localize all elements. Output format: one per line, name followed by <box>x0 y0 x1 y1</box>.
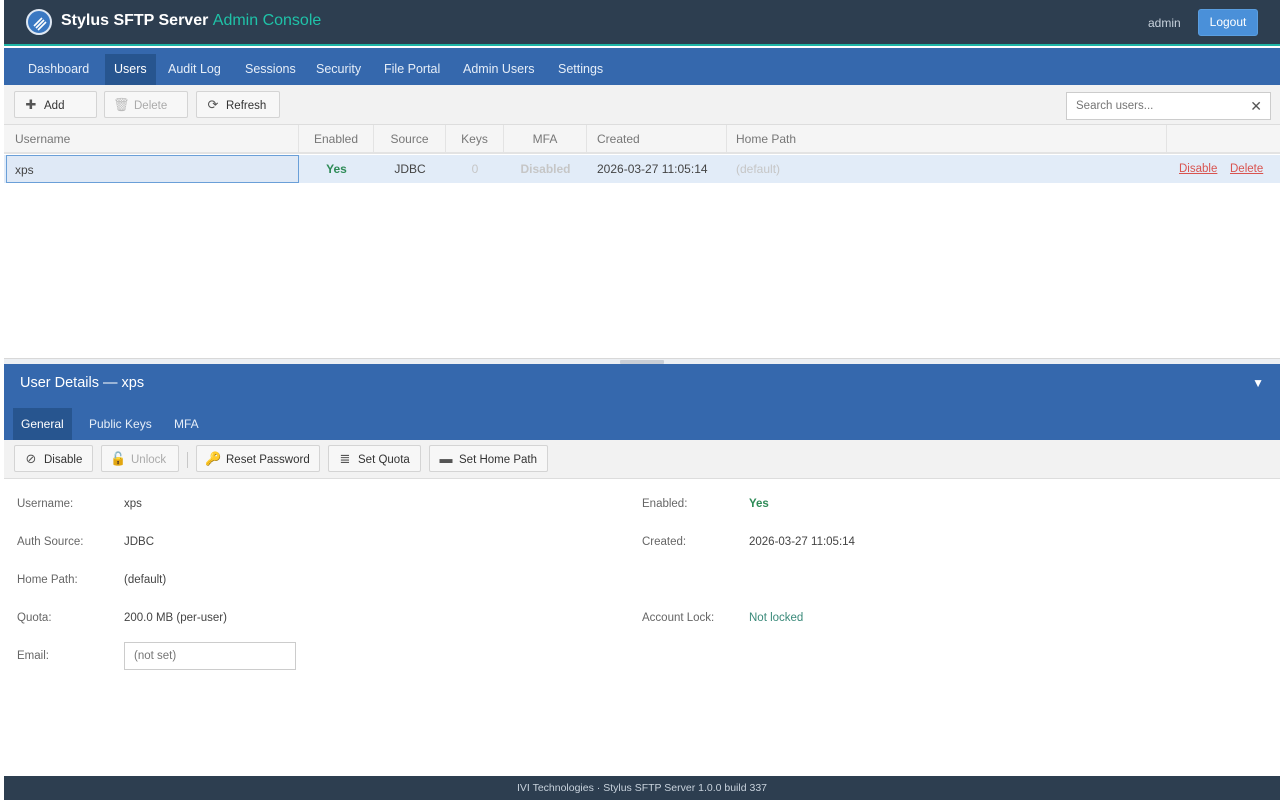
email-label: Email: <box>17 650 49 662</box>
app-window: Stylus SFTP Server Admin Console admin L… <box>4 0 1280 800</box>
tab-mfa[interactable]: MFA <box>166 408 207 440</box>
details-toolbar: ⊘ Disable 🔓 Unlock 🔑 Reset Password ≣ Set Qu… <box>4 440 1280 479</box>
clear-search-icon[interactable]: ✕ <box>1250 98 1262 115</box>
email-field[interactable] <box>125 643 285 669</box>
tab-sessions[interactable]: Sessions <box>236 54 305 85</box>
app-title: Stylus SFTP Server Admin Console <box>61 12 321 30</box>
col-source[interactable]: Source <box>374 125 446 153</box>
disable-label: Disable <box>44 454 83 466</box>
toolbar-divider <box>187 452 188 468</box>
username-value: xps <box>124 498 142 510</box>
user-details-title: User Details — xps <box>20 375 145 391</box>
cell-created: 2026-03-27 11:05:14 <box>597 162 708 176</box>
col-mfa[interactable]: MFA <box>504 125 587 153</box>
folder-icon: ▬ <box>439 451 453 466</box>
footer: IVI Technologies · Stylus SFTP Server 1.… <box>4 776 1280 800</box>
add-label: Add <box>44 100 65 112</box>
email-field-box <box>124 642 296 670</box>
key-icon: 🔑 <box>205 451 222 466</box>
ban-icon: ⊘ <box>25 451 37 466</box>
table-row[interactable]: xps Yes JDBC 0 Disabled 2026-03-27 11:05… <box>4 155 1280 183</box>
account-lock-label: Account Lock: <box>642 612 715 624</box>
cell-username[interactable]: xps <box>6 155 299 183</box>
auth-source-label: Auth Source: <box>17 536 84 548</box>
unlock-button[interactable]: 🔓 Unlock <box>101 445 179 472</box>
unlock-label: Unlock <box>131 454 167 466</box>
cell-home-path: (default) <box>736 162 781 176</box>
quota-value: 200.0 MB (per-user) <box>124 612 227 624</box>
cell-mfa: Disabled <box>520 162 571 176</box>
users-table-header: Username Enabled Source Keys MFA Created… <box>4 125 1280 154</box>
cell-keys: 0 <box>471 162 479 176</box>
details-tabs: General Public Keys MFA <box>4 404 1280 440</box>
add-user-button[interactable]: ✚ Add <box>14 91 97 118</box>
col-keys[interactable]: Keys <box>446 125 504 153</box>
search-input[interactable] <box>1067 93 1237 119</box>
user-details-header: User Details — xps ▼ <box>4 364 1280 404</box>
reset-password-button[interactable]: 🔑 Reset Password <box>196 445 320 472</box>
username-label: Username: <box>17 498 74 510</box>
quota-label: Quota: <box>17 612 52 624</box>
auth-source-value: JDBC <box>124 536 155 548</box>
enabled-label: Enabled: <box>642 498 688 510</box>
search-box: ✕ <box>1066 92 1271 120</box>
delete-user-button[interactable]: 🗑 Delete <box>104 91 188 118</box>
created-label: Created: <box>642 536 687 548</box>
app-title-text: Stylus SFTP Server <box>61 12 209 29</box>
disable-user-button[interactable]: ⊘ Disable <box>14 445 93 472</box>
delete-label: Delete <box>134 100 168 112</box>
tab-general[interactable]: General <box>13 408 72 440</box>
tab-file-portal[interactable]: File Portal <box>375 54 449 85</box>
current-user: admin <box>1148 16 1181 30</box>
set-quota-button[interactable]: ≣ Set Quota <box>328 445 421 472</box>
row-disable-link[interactable]: Disable <box>1179 155 1217 183</box>
logout-button[interactable]: Logout <box>1198 9 1258 36</box>
enabled-value: Yes <box>749 498 769 510</box>
tab-users[interactable]: Users <box>105 54 156 85</box>
refresh-icon: ⟳ <box>207 97 219 112</box>
row-delete-link[interactable]: Delete <box>1230 155 1263 183</box>
account-lock-value: Not locked <box>749 612 804 624</box>
home-path-label: Home Path: <box>17 574 78 586</box>
collapse-caret-icon[interactable]: ▼ <box>1252 376 1264 390</box>
created-value: 2026-03-27 11:05:14 <box>749 536 855 548</box>
col-username[interactable]: Username <box>4 125 299 153</box>
tab-admin-users[interactable]: Admin Users <box>454 54 544 85</box>
cell-enabled: Yes <box>326 162 347 176</box>
set-home-path-button[interactable]: ▬ Set Home Path <box>429 445 548 472</box>
tab-security[interactable]: Security <box>307 54 370 85</box>
col-enabled[interactable]: Enabled <box>299 125 374 153</box>
top-header: Stylus SFTP Server Admin Console admin L… <box>4 0 1280 46</box>
reset-password-label: Reset Password <box>226 454 310 466</box>
tab-public-keys[interactable]: Public Keys <box>81 408 160 440</box>
trash-icon: 🗑 <box>113 97 130 112</box>
tab-audit-log[interactable]: Audit Log <box>159 54 230 85</box>
set-home-path-label: Set Home Path <box>459 454 537 466</box>
set-quota-label: Set Quota <box>358 454 410 466</box>
sftp-logo-icon <box>26 9 52 35</box>
unlock-icon: 🔓 <box>110 451 127 466</box>
col-created[interactable]: Created <box>587 125 727 153</box>
database-icon: ≣ <box>339 451 351 466</box>
refresh-label: Refresh <box>226 100 267 112</box>
col-home-path[interactable]: Home Path <box>727 125 1167 153</box>
app-subtitle: Admin Console <box>212 12 322 29</box>
cell-source: JDBC <box>394 162 426 176</box>
home-path-value: (default) <box>124 574 167 586</box>
refresh-button[interactable]: ⟳ Refresh <box>196 91 280 118</box>
main-nav: Dashboard Users Audit Log Sessions Secur… <box>4 48 1280 85</box>
tab-settings[interactable]: Settings <box>549 54 612 85</box>
tab-dashboard[interactable]: Dashboard <box>19 54 98 85</box>
plus-icon: ✚ <box>25 97 37 112</box>
